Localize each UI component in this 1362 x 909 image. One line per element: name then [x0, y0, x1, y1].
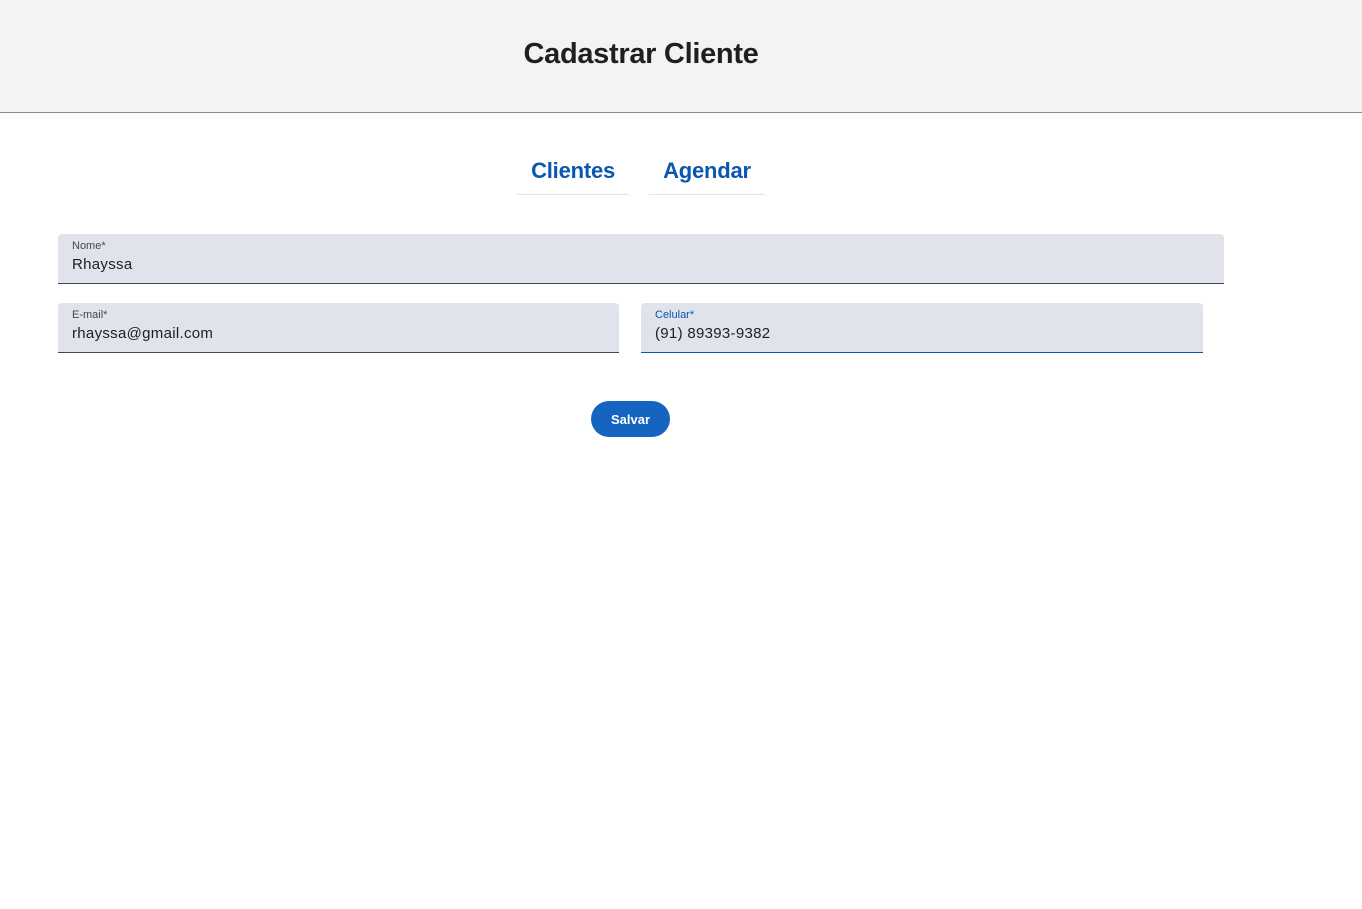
celular-label: Celular*: [655, 309, 695, 321]
save-button[interactable]: Salvar: [591, 401, 670, 437]
nome-label: Nome*: [72, 240, 106, 252]
email-label: E-mail*: [72, 309, 108, 321]
page-header: Cadastrar Cliente: [0, 0, 1362, 113]
email-field[interactable]: E-mail*: [58, 303, 619, 353]
page-title: Cadastrar Cliente: [523, 38, 759, 70]
nav-link-clientes[interactable]: Clientes: [517, 150, 630, 195]
nav-link-agendar[interactable]: Agendar: [649, 150, 765, 195]
celular-input[interactable]: [655, 325, 1189, 342]
email-input[interactable]: [72, 325, 605, 342]
main-nav: Clientes Agendar: [0, 150, 1282, 195]
nome-field[interactable]: Nome*: [58, 234, 1224, 284]
nome-input[interactable]: [72, 256, 1210, 273]
celular-field[interactable]: Celular*: [641, 303, 1203, 353]
